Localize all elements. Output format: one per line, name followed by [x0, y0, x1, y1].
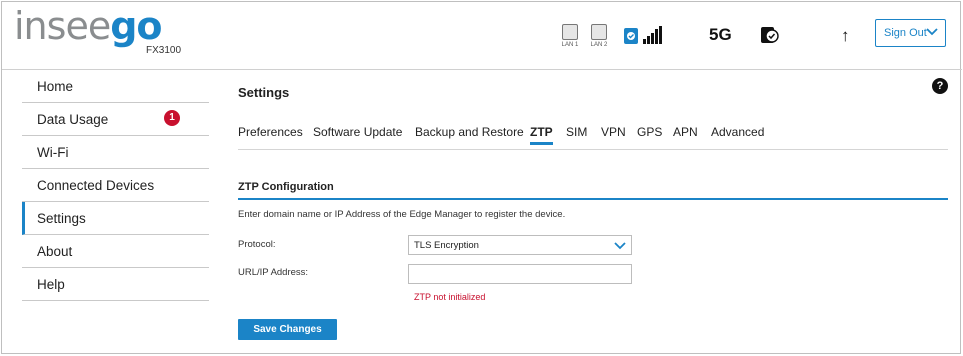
tab-preferences[interactable]: Preferences	[238, 125, 303, 139]
sidebar-item-data-usage[interactable]: Data Usage	[22, 103, 209, 136]
section-divider	[238, 198, 948, 200]
tab-software-update[interactable]: Software Update	[313, 125, 402, 139]
tab-gps[interactable]: GPS	[637, 125, 662, 139]
url-label: URL/IP Address:	[238, 267, 309, 278]
save-changes-button[interactable]: Save Changes	[238, 319, 337, 340]
logo-text-gray: insee	[14, 4, 111, 48]
lan2-label: LAN 2	[590, 42, 608, 48]
tab-ztp[interactable]: ZTP	[530, 125, 553, 145]
url-ip-input[interactable]	[408, 264, 632, 284]
tab-vpn[interactable]: VPN	[601, 125, 626, 139]
section-description: Enter domain name or IP Address of the E…	[238, 209, 566, 220]
lan2-status: LAN 2	[589, 24, 609, 48]
sidebar-item-help[interactable]: Help	[22, 268, 209, 301]
network-type-indicator: 5G	[709, 25, 732, 44]
page-title: Settings	[238, 85, 290, 100]
protocol-select[interactable]: TLS Encryption	[408, 235, 632, 255]
tab-advanced[interactable]: Advanced	[711, 125, 764, 139]
sidebar-nav: Home Data Usage Wi-Fi Connected Devices …	[22, 70, 209, 301]
help-icon[interactable]: ?	[932, 78, 948, 94]
sidebar-item-home[interactable]: Home	[22, 70, 209, 103]
sim-signal-icon	[624, 26, 662, 44]
connected-devices-count-badge: 1	[164, 110, 180, 126]
ethernet-port-icon	[591, 24, 607, 40]
protocol-selected-value: TLS Encryption	[414, 240, 479, 251]
protocol-label: Protocol:	[238, 239, 276, 250]
chevron-down-icon	[926, 28, 938, 36]
logo-text-blue: go	[110, 4, 162, 48]
tab-backup-restore[interactable]: Backup and Restore	[415, 125, 524, 139]
ethernet-port-icon	[562, 24, 578, 40]
chevron-down-icon	[614, 242, 626, 250]
app-frame: inseego FX3100 LAN 1 LAN 2 5G ↑ Sign Out…	[1, 1, 962, 354]
inseego-logo: inseego	[14, 4, 163, 48]
upload-arrow-icon: ↑	[841, 26, 850, 45]
sign-out-button[interactable]: Sign Out	[875, 19, 946, 47]
tab-sim[interactable]: SIM	[566, 125, 587, 139]
sidebar-item-connected-devices[interactable]: Connected Devices	[22, 169, 209, 202]
model-name: FX3100	[146, 45, 182, 56]
ztp-error-message: ZTP not initialized	[414, 292, 486, 302]
tab-apn[interactable]: APN	[673, 125, 698, 139]
section-title: ZTP Configuration	[238, 181, 334, 193]
tabs-divider	[238, 149, 948, 150]
sidebar-item-settings[interactable]: Settings	[22, 202, 209, 235]
sidebar-item-wifi[interactable]: Wi-Fi	[22, 136, 209, 169]
sign-out-label: Sign Out	[884, 27, 927, 39]
lan1-label: LAN 1	[561, 42, 579, 48]
sim-status-icon	[761, 27, 779, 43]
lan1-status: LAN 1	[560, 24, 580, 48]
header: inseego FX3100 LAN 1 LAN 2 5G ↑ Sign Out	[2, 2, 962, 70]
sidebar-item-about[interactable]: About	[22, 235, 209, 268]
